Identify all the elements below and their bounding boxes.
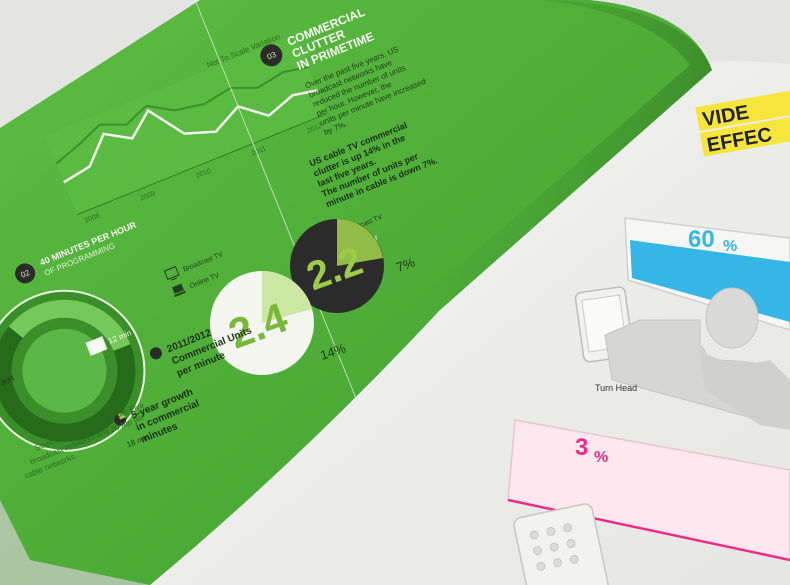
caption-turn-head: Turn Head [595,383,637,393]
stat1-number: 60 [688,226,715,253]
stat1-unit: % [723,238,737,255]
stat2-number: 3 [575,434,588,461]
photo-scene: Not To Scale Variation 2008 2009 2010 20… [0,0,790,585]
magazine-photo: Not To Scale Variation 2008 2009 2010 20… [0,0,790,585]
stat2-unit: % [594,449,608,466]
